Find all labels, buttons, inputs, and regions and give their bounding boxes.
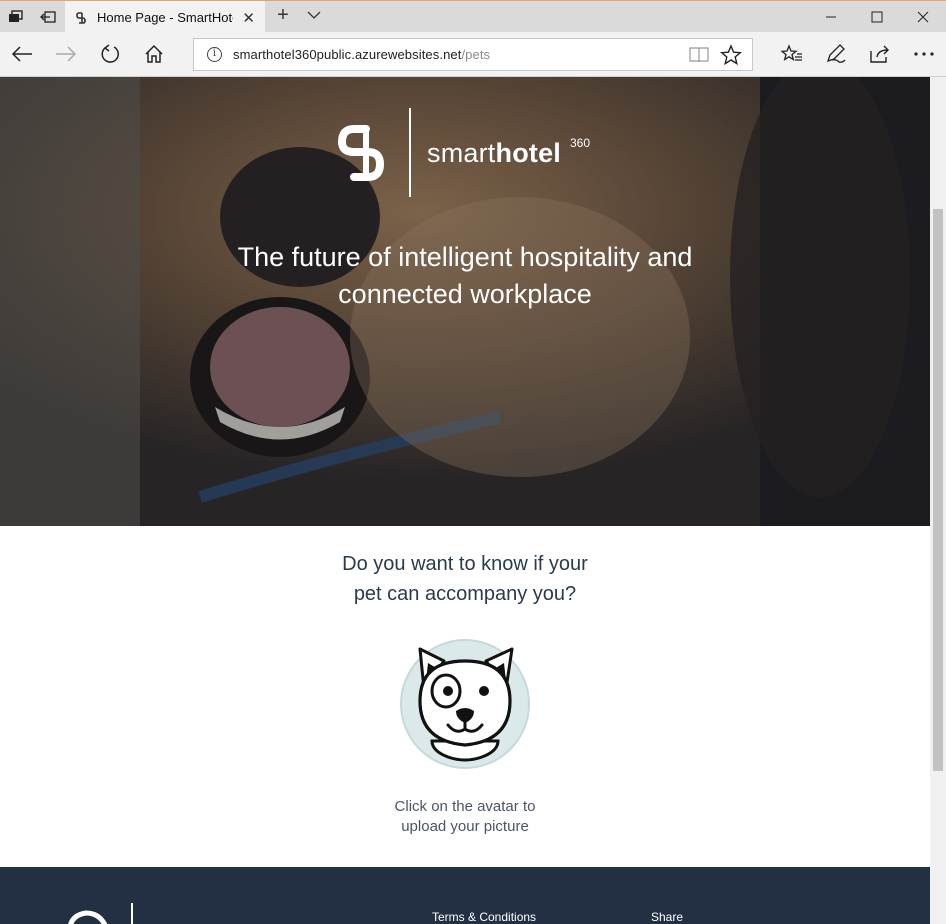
favorites-hub-icon[interactable] (770, 32, 814, 76)
pet-question-heading: Do you want to know if your pet can acco… (0, 549, 930, 609)
page-viewport: smarthotel 360 The future of intelligent… (0, 77, 930, 924)
question-line-2: pet can accompany you? (353, 583, 577, 605)
browser-window: Home Page - SmartHotel360 ✕ + (0, 0, 946, 924)
favorite-star-icon[interactable] (719, 44, 743, 66)
info-icon[interactable]: i (207, 47, 222, 62)
page-scrollbar[interactable] (930, 77, 946, 924)
smarthotel-mark-icon (338, 125, 385, 181)
question-line-1: Do you want to know if your (342, 553, 588, 575)
navigation-bar: i smarthotel360public.azurewebsites.net/… (0, 32, 946, 77)
close-window-icon[interactable] (900, 1, 946, 32)
share-link[interactable]: Share (651, 910, 683, 924)
back-icon[interactable] (0, 32, 44, 76)
headline-line-2: connected workplace (338, 279, 592, 309)
logo-wordmark: smarthotel (427, 138, 561, 169)
logo-word-smart: smart (427, 138, 496, 168)
smarthotel-favicon-icon (75, 11, 87, 24)
share-icon[interactable] (858, 32, 902, 76)
new-tab-icon[interactable]: + (272, 4, 294, 27)
chevron-down-icon[interactable] (306, 7, 322, 23)
address-bar[interactable]: i smarthotel360public.azurewebsites.net/… (193, 38, 753, 71)
pen-notes-icon[interactable] (814, 32, 858, 76)
footer-logo-divider (131, 903, 133, 924)
set-tabs-aside-icon[interactable] (32, 1, 64, 32)
logo-superscript: 360 (570, 136, 591, 150)
scrollbar-thumb[interactable] (933, 209, 943, 771)
reading-view-icon[interactable] (688, 46, 710, 64)
dog-avatar-icon (400, 639, 530, 769)
hint-line-1: Click on the avatar to (394, 798, 536, 815)
logo-divider (409, 108, 411, 197)
tab-home-page[interactable]: Home Page - SmartHotel360 ✕ (65, 1, 265, 33)
hero-banner: smarthotel 360 The future of intelligent… (0, 77, 930, 526)
forward-icon[interactable] (44, 32, 88, 76)
avatar-upload-hint: Click on the avatar to upload your pictu… (0, 797, 930, 837)
pet-avatar-upload[interactable] (400, 639, 530, 769)
close-tab-icon[interactable]: ✕ (242, 9, 255, 27)
address-url[interactable]: smarthotel360public.azurewebsites.net/pe… (233, 47, 490, 62)
url-path: /pets (461, 47, 491, 62)
tab-title: Home Page - SmartHotel360 (97, 9, 233, 25)
footer-logo-icon[interactable] (50, 907, 110, 924)
url-host: smarthotel360public.azurewebsites.net (233, 47, 462, 62)
minimize-icon[interactable] (808, 1, 854, 32)
hero-headline: The future of intelligent hospitality an… (0, 239, 930, 313)
tab-actions-icon[interactable] (0, 1, 32, 32)
tab-bar: Home Page - SmartHotel360 ✕ + (0, 0, 946, 33)
hint-line-2: upload your picture (401, 818, 529, 835)
home-icon[interactable] (132, 32, 176, 76)
refresh-icon[interactable] (88, 32, 132, 76)
terms-conditions-link[interactable]: Terms & Conditions (432, 910, 536, 924)
smarthotel-logo[interactable]: smarthotel 360 (336, 108, 616, 198)
more-icon[interactable] (902, 32, 946, 76)
headline-line-1: The future of intelligent hospitality an… (237, 242, 693, 272)
page-footer: Terms & Conditions Share (0, 867, 930, 924)
logo-word-hotel: hotel (495, 138, 561, 168)
maximize-icon[interactable] (854, 1, 900, 32)
